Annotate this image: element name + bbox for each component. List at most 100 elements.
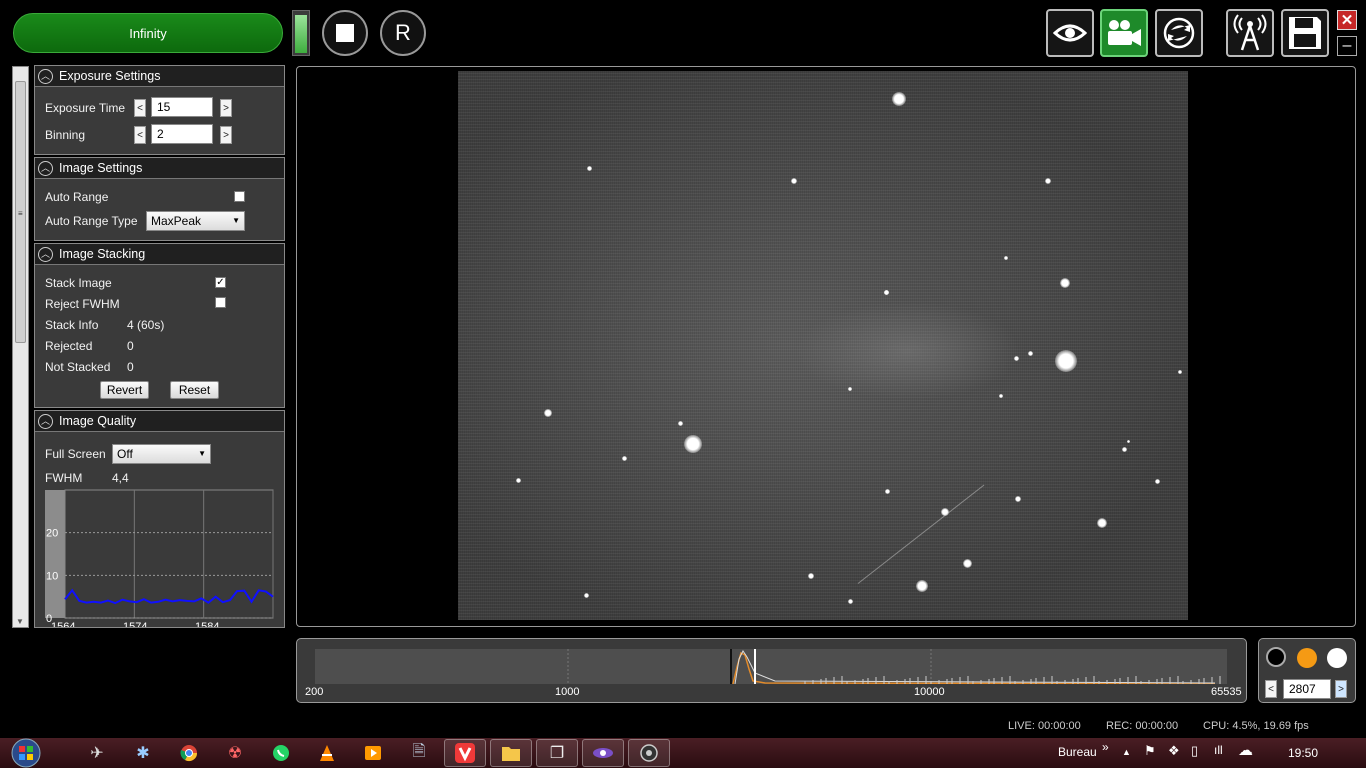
bluetooth-icon[interactable]: ✱ bbox=[132, 742, 154, 764]
collapse-chevron-icon[interactable]: ︿ bbox=[38, 413, 53, 429]
record-button[interactable]: R bbox=[380, 10, 426, 56]
image-stacking-panel: ︿ Image Stacking Stack Image ✓ Reject FWH… bbox=[34, 243, 285, 408]
star bbox=[544, 409, 552, 417]
close-button[interactable]: ✕ bbox=[1337, 10, 1357, 30]
midtone-swatch[interactable] bbox=[1297, 648, 1317, 668]
range-value-input[interactable]: 2807 bbox=[1283, 679, 1331, 699]
start-button[interactable] bbox=[7, 738, 45, 768]
histogram-label-min: 200 bbox=[305, 686, 324, 698]
exposure-time-decrease-button[interactable]: < bbox=[134, 99, 146, 117]
capture-button[interactable] bbox=[1100, 9, 1148, 57]
full-screen-value: Off bbox=[117, 447, 133, 461]
level-meter bbox=[292, 10, 310, 56]
dropbox-icon[interactable]: ❖ bbox=[1168, 743, 1180, 759]
minimize-button[interactable]: – bbox=[1337, 36, 1357, 56]
fwhm-value: 4,4 bbox=[112, 471, 129, 485]
star bbox=[884, 488, 890, 494]
exposure-settings-header[interactable]: ︿ Exposure Settings bbox=[35, 66, 284, 87]
not-stacked-value: 0 bbox=[127, 360, 134, 374]
image-quality-title: Image Quality bbox=[59, 414, 137, 428]
scrollbar-thumb[interactable]: ≡ bbox=[15, 81, 26, 343]
exposure-time-increase-button[interactable]: > bbox=[220, 99, 232, 117]
show-hidden-icons-icon[interactable]: ▲ bbox=[1122, 747, 1131, 757]
star bbox=[684, 435, 702, 453]
infinity-button[interactable]: Infinity bbox=[13, 13, 283, 53]
fwhm-chart: 201001564 1574 1584 bbox=[45, 489, 274, 627]
collapse-chevron-icon[interactable]: ︿ bbox=[38, 160, 53, 176]
refresh-icon bbox=[1163, 17, 1195, 49]
cpu-status: CPU: 4.5%, 19.69 fps bbox=[1203, 720, 1309, 732]
chrome-icon[interactable] bbox=[178, 742, 200, 764]
auto-range-type-label: Auto Range Type bbox=[45, 214, 138, 228]
black-point-swatch[interactable] bbox=[1266, 647, 1286, 667]
stack-image-checkbox[interactable]: ✓ bbox=[215, 277, 226, 288]
range-increase-button[interactable]: > bbox=[1335, 680, 1347, 698]
exposure-time-input[interactable]: 15 bbox=[151, 97, 213, 117]
taskbar-sharpcap[interactable] bbox=[582, 739, 624, 767]
app-icon[interactable]: ☢ bbox=[224, 742, 246, 764]
loop-button[interactable] bbox=[1155, 9, 1203, 57]
star bbox=[883, 289, 889, 295]
cloud-icon[interactable]: ☁ bbox=[1238, 741, 1253, 759]
range-decrease-button[interactable]: < bbox=[1265, 680, 1277, 698]
windows-icon: ❐ bbox=[549, 745, 565, 762]
image-stacking-header[interactable]: ︿ Image Stacking bbox=[35, 244, 284, 265]
network-icon[interactable]: ıll bbox=[1214, 743, 1223, 757]
stop-button[interactable] bbox=[322, 10, 368, 56]
white-point-handle[interactable] bbox=[754, 649, 756, 684]
media-player-icon[interactable] bbox=[362, 742, 384, 764]
vlc-icon[interactable] bbox=[316, 742, 338, 764]
star bbox=[677, 420, 683, 426]
settings-scrollbar[interactable]: ≡ ▼ bbox=[12, 66, 29, 628]
clock[interactable]: 19:50 bbox=[1288, 746, 1318, 760]
sky-image[interactable] bbox=[458, 71, 1188, 620]
view-button[interactable] bbox=[1046, 9, 1094, 57]
image-settings-title: Image Settings bbox=[59, 161, 143, 175]
histogram-label-max: 65535 bbox=[1211, 686, 1242, 698]
video-camera-icon bbox=[1108, 20, 1141, 46]
star bbox=[962, 558, 972, 568]
image-settings-header[interactable]: ︿ Image Settings bbox=[35, 158, 284, 179]
level-meter-fill bbox=[295, 15, 307, 53]
taskbar-tool-icon[interactable]: ✈ bbox=[86, 742, 108, 764]
binning-decrease-button[interactable]: < bbox=[134, 126, 146, 144]
histogram-plot[interactable] bbox=[315, 649, 1227, 684]
auto-range-type-select[interactable]: MaxPeak ▼ bbox=[146, 211, 245, 231]
star bbox=[1015, 496, 1021, 502]
taskbar-explorer[interactable] bbox=[490, 739, 532, 767]
taskbar-app[interactable]: ❐ bbox=[536, 739, 578, 767]
antenna-icon bbox=[1233, 14, 1267, 51]
star bbox=[1045, 178, 1051, 184]
save-button[interactable] bbox=[1281, 9, 1329, 57]
folder-icon bbox=[502, 747, 520, 761]
close-icon: ✕ bbox=[1340, 12, 1354, 29]
toolbar-label[interactable]: Bureau bbox=[1058, 745, 1097, 759]
document-icon[interactable]: 🗎 bbox=[408, 742, 430, 764]
star bbox=[515, 477, 521, 483]
battery-icon[interactable]: ▯ bbox=[1191, 743, 1198, 759]
scroll-down-icon[interactable]: ▼ bbox=[16, 617, 24, 626]
auto-range-checkbox[interactable] bbox=[234, 191, 245, 202]
connection-button[interactable] bbox=[1226, 9, 1274, 57]
white-point-swatch[interactable] bbox=[1327, 648, 1347, 668]
reject-fwhm-checkbox[interactable] bbox=[215, 297, 226, 308]
collapse-chevron-icon[interactable]: ︿ bbox=[38, 246, 53, 262]
whatsapp-icon[interactable] bbox=[270, 742, 292, 764]
taskbar-vivaldi[interactable] bbox=[444, 739, 486, 767]
vivaldi-icon bbox=[455, 743, 475, 763]
star bbox=[1126, 439, 1130, 443]
collapse-chevron-icon[interactable]: ︿ bbox=[38, 68, 53, 84]
binning-input[interactable]: 2 bbox=[151, 124, 213, 144]
reset-button[interactable]: Reset bbox=[170, 381, 219, 399]
image-quality-header[interactable]: ︿ Image Quality bbox=[35, 411, 284, 432]
full-screen-select[interactable]: Off ▼ bbox=[112, 444, 211, 464]
flag-icon[interactable]: ⚑ bbox=[1144, 743, 1156, 759]
taskbar-camera-app[interactable] bbox=[628, 739, 670, 767]
binning-increase-button[interactable]: > bbox=[220, 126, 232, 144]
black-point-handle[interactable] bbox=[730, 649, 732, 684]
toolbar-overflow[interactable]: » bbox=[1102, 740, 1109, 754]
eye-icon bbox=[1053, 24, 1087, 42]
image-settings-panel: ︿ Image Settings Auto Range Auto Range Ty… bbox=[34, 157, 285, 241]
revert-button[interactable]: Revert bbox=[100, 381, 149, 399]
exposure-settings-title: Exposure Settings bbox=[59, 69, 161, 83]
